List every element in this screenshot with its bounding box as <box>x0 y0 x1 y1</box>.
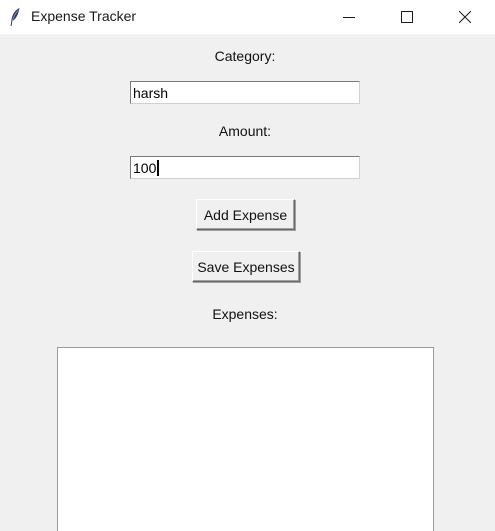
expenses-label: Expenses: <box>212 306 278 322</box>
expense-tracker-window: Expense Tracker Category: harsh Amount: … <box>0 0 495 531</box>
minimize-icon <box>343 8 355 27</box>
add-expense-button[interactable]: Add Expense <box>196 199 295 230</box>
amount-input-value: 100 <box>133 159 157 176</box>
close-button[interactable] <box>442 0 488 34</box>
feather-icon <box>9 7 21 27</box>
amount-label: Amount: <box>218 123 272 139</box>
save-expenses-button[interactable]: Save Expenses <box>192 251 300 282</box>
category-input[interactable]: harsh <box>130 81 360 104</box>
maximize-button[interactable] <box>384 0 430 34</box>
text-cursor <box>157 159 160 176</box>
window-title: Expense Tracker <box>31 8 137 24</box>
title-bar[interactable]: Expense Tracker <box>0 0 495 35</box>
expenses-listbox[interactable] <box>57 347 434 531</box>
category-input-value: harsh <box>133 84 169 101</box>
minimize-button[interactable] <box>326 0 372 34</box>
close-icon <box>458 8 472 27</box>
category-label: Category: <box>214 48 276 64</box>
maximize-icon <box>401 8 413 27</box>
amount-input[interactable]: 100 <box>130 156 360 179</box>
